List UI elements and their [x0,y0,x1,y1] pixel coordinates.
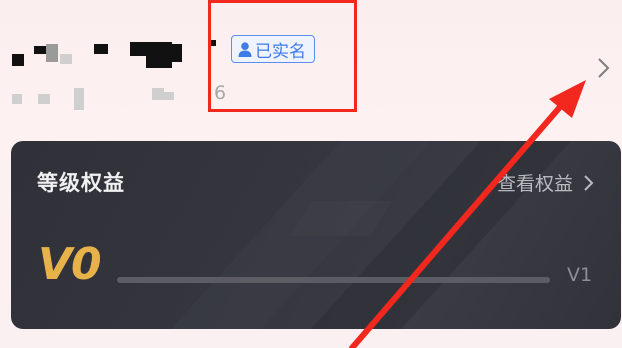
red-arrow-annotation [349,80,586,348]
